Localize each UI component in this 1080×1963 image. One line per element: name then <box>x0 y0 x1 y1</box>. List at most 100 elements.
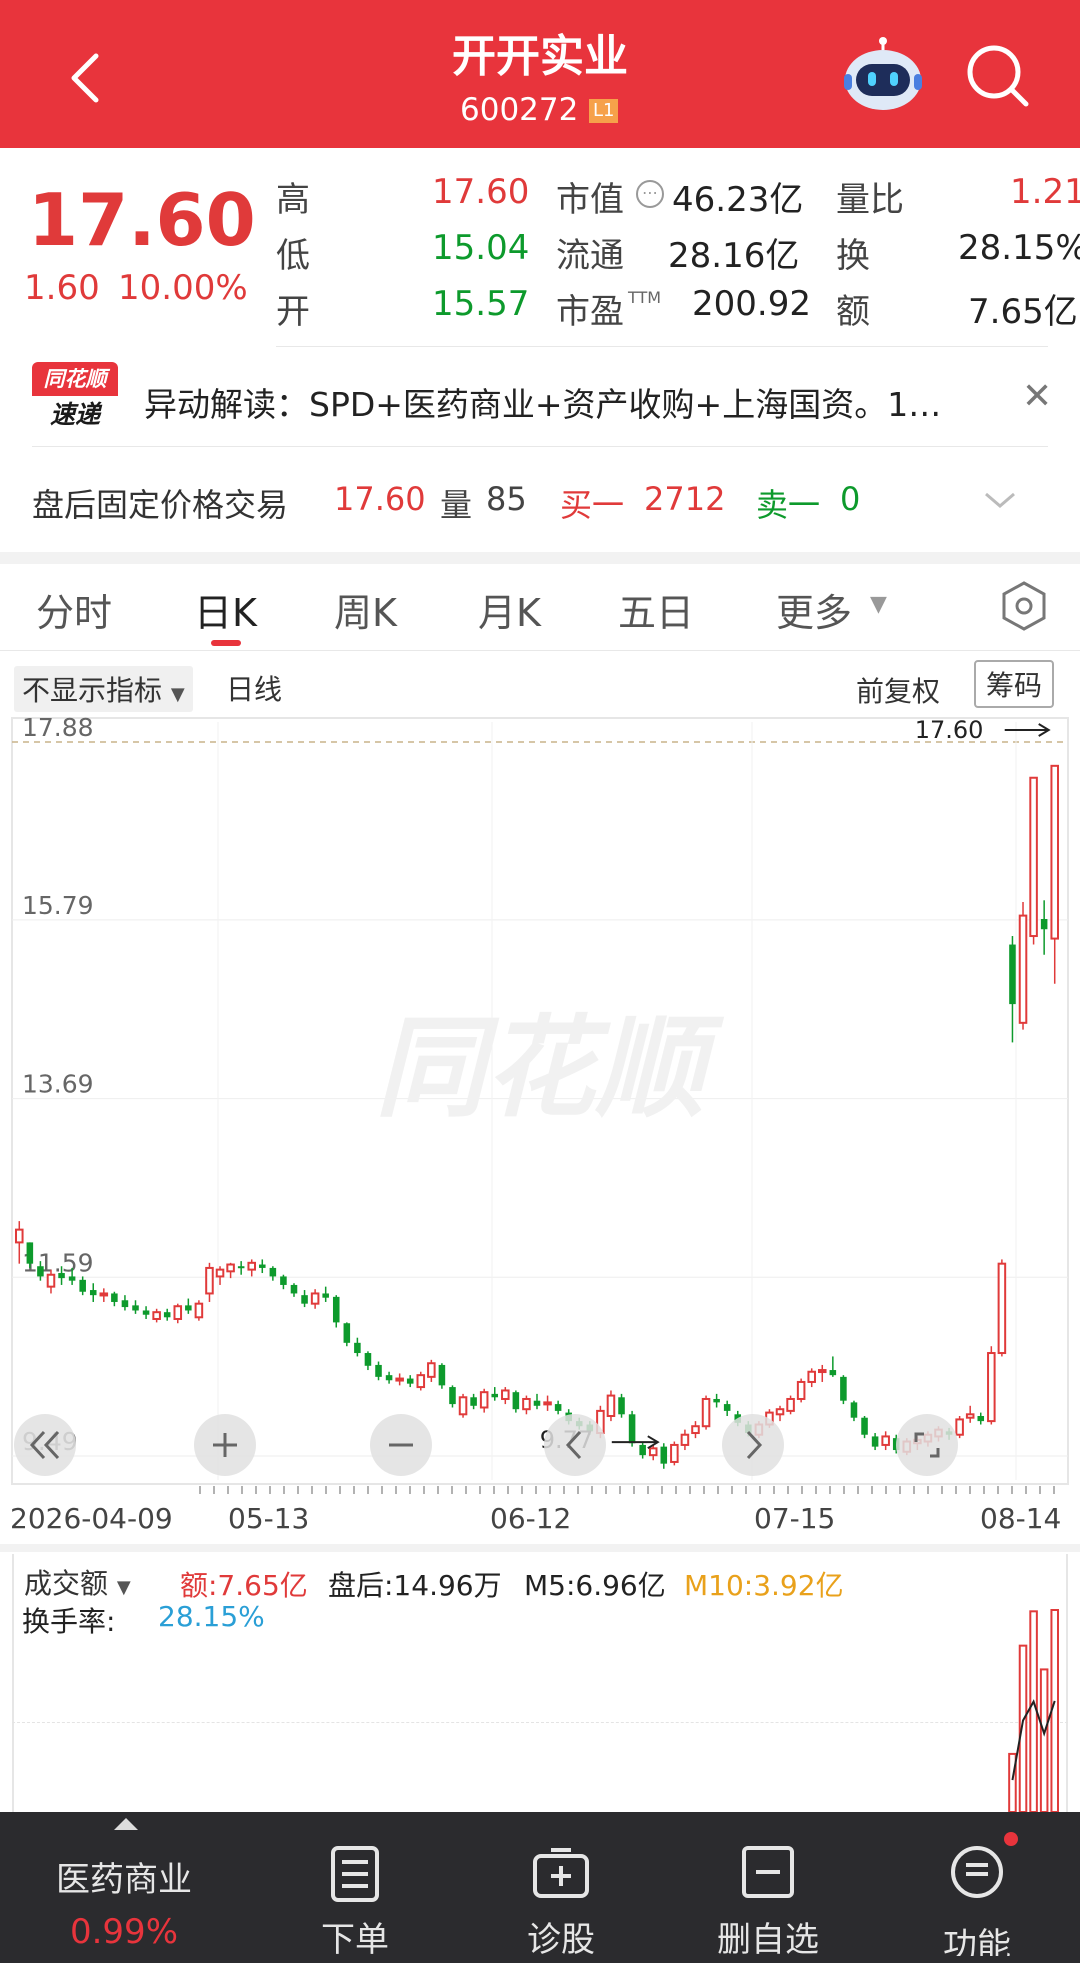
after-hours-buy-label: 买一 <box>560 486 625 524</box>
candle-body <box>89 1290 97 1296</box>
after-hours-price: 17.60 <box>334 480 426 518</box>
candle-body <box>121 1300 129 1308</box>
candle-body <box>512 1392 520 1410</box>
candle-body <box>173 1305 183 1320</box>
kline-chart[interactable]: 同花顺 17.8815.7913.6911.599.49 17.609.77 <box>0 716 1080 1496</box>
indicator-selector[interactable]: 不显示指标 ▼ <box>14 666 193 712</box>
volume-bar <box>1039 1668 1049 1812</box>
candle-body <box>533 1400 541 1406</box>
active-tab-indicator <box>211 640 241 646</box>
x-axis-label: 07-15 <box>754 1502 836 1535</box>
candle-body <box>280 1276 287 1285</box>
diagnose-button[interactable]: 诊股 <box>496 1818 626 1960</box>
candle-body <box>46 1273 56 1288</box>
zoom-in-button[interactable] <box>194 1414 256 1476</box>
candle-body <box>449 1387 456 1405</box>
expand-icon <box>914 1432 940 1458</box>
candle-body <box>375 1364 382 1377</box>
tab-five-day[interactable]: 五日 <box>618 582 694 637</box>
news-logo: 同花顺 速递 <box>32 362 118 436</box>
candle-body <box>152 1311 161 1320</box>
stat-turnover-value: 28.15% <box>958 228 1080 268</box>
news-headline[interactable]: 异动解读：SPD+医药商业+资产收购+上海国资。1… <box>144 378 941 426</box>
sector-name[interactable]: 医药商业 <box>34 1852 214 1901</box>
candle-body <box>205 1266 214 1295</box>
caret-down-icon: ▼ <box>870 592 887 617</box>
candle-body <box>111 1293 118 1302</box>
stat-market-cap-label: 市值 <box>556 180 624 220</box>
chips-button[interactable]: 筹码 <box>974 660 1055 708</box>
candle-body <box>628 1414 636 1444</box>
remove-watchlist-button[interactable]: 删自选 <box>698 1818 838 1960</box>
stat-volume-ratio-value: 1.21 <box>1010 172 1080 212</box>
candle-body <box>142 1310 150 1315</box>
ai-assistant-robot-icon[interactable] <box>838 36 928 116</box>
double-left-button[interactable] <box>14 1414 76 1476</box>
candle-body <box>406 1378 414 1384</box>
candle-body <box>987 1352 996 1423</box>
stat-market-cap-value: 46.23亿 <box>672 180 804 220</box>
candle-body <box>1040 919 1048 930</box>
document-icon <box>331 1846 379 1902</box>
chevron-down-icon[interactable] <box>982 488 1018 512</box>
candle-body <box>701 1397 711 1428</box>
candle-body <box>99 1292 109 1297</box>
x-axis-label: 06-12 <box>490 1502 572 1535</box>
indicator-selector-label: 不显示指标 <box>22 674 163 707</box>
candle-body <box>26 1242 34 1264</box>
candle-body <box>660 1446 668 1464</box>
candle-body <box>226 1263 235 1273</box>
candle-body <box>881 1435 890 1446</box>
tab-monthly-k[interactable]: 月K <box>478 582 541 637</box>
settings-hexagon-icon[interactable] <box>998 580 1050 632</box>
candle-body <box>723 1404 731 1411</box>
level-badge: L1 <box>589 99 619 123</box>
candle-body <box>840 1376 847 1401</box>
more-info-icon[interactable]: ⋯ <box>636 180 664 208</box>
candle-body <box>1050 764 1059 940</box>
chevron-left-icon <box>565 1430 582 1460</box>
plus-icon <box>213 1433 237 1457</box>
tab-weekly-k[interactable]: 周K <box>334 582 397 637</box>
chevron-right-icon <box>746 1430 763 1460</box>
candle-body <box>247 1261 257 1271</box>
candle-body <box>215 1268 225 1278</box>
candle-body <box>554 1404 562 1411</box>
after-hours-label: 盘后固定价格交易 <box>32 486 289 524</box>
adjust-selector[interactable]: 前复权 <box>856 670 940 710</box>
candle-body <box>786 1397 795 1412</box>
candle-body <box>965 1413 975 1419</box>
candle-body <box>343 1323 351 1343</box>
news-logo-top: 同花顺 <box>32 362 118 396</box>
tab-daily-k[interactable]: 日K <box>194 582 257 637</box>
divider <box>32 446 1048 447</box>
top-header: 开开实业 600272 L1 <box>0 0 1080 148</box>
period-label: 日线 <box>226 673 283 706</box>
candle-body <box>713 1398 720 1403</box>
watermark: 同花顺 <box>375 1004 725 1132</box>
candle-body <box>237 1266 245 1269</box>
functions-button[interactable]: 功能 <box>912 1818 1042 1958</box>
candle-body <box>796 1380 806 1400</box>
candle-body <box>79 1279 86 1292</box>
caret-down-icon: ▼ <box>170 684 185 705</box>
zoom-out-button[interactable] <box>370 1414 432 1476</box>
candle-body <box>871 1436 879 1447</box>
candle-body <box>332 1296 340 1323</box>
candle-body <box>807 1370 816 1383</box>
stat-pe-value: 200.92 <box>692 284 811 324</box>
scroll-right-button[interactable] <box>722 1414 784 1476</box>
candle-body <box>648 1447 658 1457</box>
tab-more[interactable]: 更多 <box>776 582 852 637</box>
tab-intraday[interactable]: 分时 <box>36 582 112 637</box>
candle-body <box>458 1396 468 1416</box>
fullscreen-button[interactable] <box>896 1414 958 1476</box>
after-hours-volume-label: 量 <box>440 486 473 524</box>
search-icon[interactable] <box>962 40 1032 110</box>
x-axis-label: 2026-04-09 <box>10 1502 173 1535</box>
order-button[interactable]: 下单 <box>290 1818 420 1960</box>
stat-amount-label: 额 <box>836 292 870 332</box>
y-axis-label: 17.88 <box>22 716 94 742</box>
scroll-left-button[interactable] <box>544 1414 606 1476</box>
close-icon[interactable]: ✕ <box>1022 376 1052 417</box>
